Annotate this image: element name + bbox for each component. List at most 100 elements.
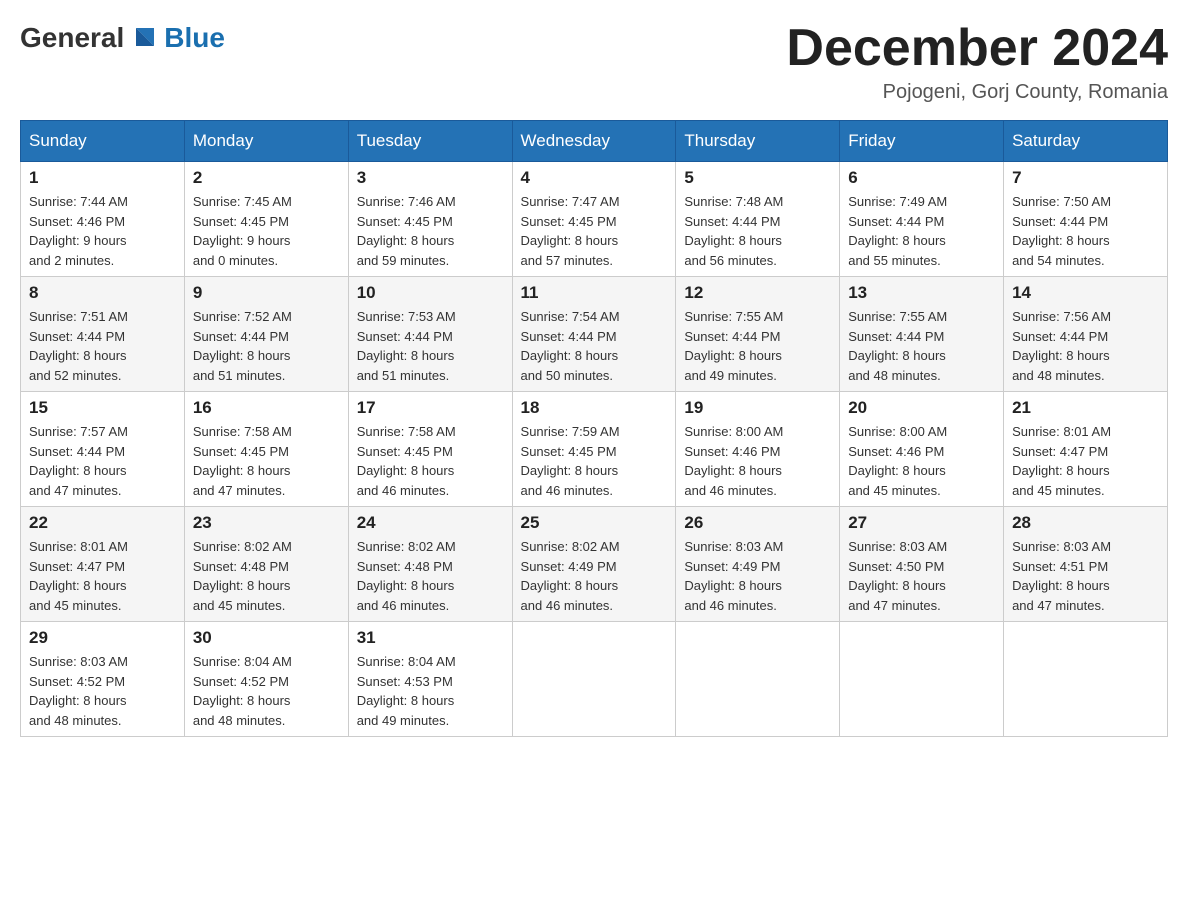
logo-general: General [20, 22, 124, 54]
day-info: Sunrise: 8:03 AMSunset: 4:51 PMDaylight:… [1012, 537, 1159, 615]
calendar-cell: 25 Sunrise: 8:02 AMSunset: 4:49 PMDaylig… [512, 507, 676, 622]
calendar-cell: 19 Sunrise: 8:00 AMSunset: 4:46 PMDaylig… [676, 392, 840, 507]
month-title: December 2024 [786, 20, 1168, 77]
day-number: 26 [684, 513, 831, 533]
day-info: Sunrise: 7:55 AMSunset: 4:44 PMDaylight:… [848, 307, 995, 385]
col-monday: Monday [184, 121, 348, 162]
calendar-week-5: 29 Sunrise: 8:03 AMSunset: 4:52 PMDaylig… [21, 622, 1168, 737]
day-number: 11 [521, 283, 668, 303]
calendar-cell: 18 Sunrise: 7:59 AMSunset: 4:45 PMDaylig… [512, 392, 676, 507]
day-info: Sunrise: 8:03 AMSunset: 4:49 PMDaylight:… [684, 537, 831, 615]
calendar-week-2: 8 Sunrise: 7:51 AMSunset: 4:44 PMDayligh… [21, 277, 1168, 392]
calendar-cell [676, 622, 840, 737]
day-number: 31 [357, 628, 504, 648]
day-number: 13 [848, 283, 995, 303]
calendar-cell: 4 Sunrise: 7:47 AMSunset: 4:45 PMDayligh… [512, 162, 676, 277]
day-info: Sunrise: 7:45 AMSunset: 4:45 PMDaylight:… [193, 192, 340, 270]
day-info: Sunrise: 8:01 AMSunset: 4:47 PMDaylight:… [1012, 422, 1159, 500]
day-number: 6 [848, 168, 995, 188]
calendar-cell: 12 Sunrise: 7:55 AMSunset: 4:44 PMDaylig… [676, 277, 840, 392]
day-number: 21 [1012, 398, 1159, 418]
day-info: Sunrise: 7:58 AMSunset: 4:45 PMDaylight:… [357, 422, 504, 500]
day-info: Sunrise: 8:03 AMSunset: 4:50 PMDaylight:… [848, 537, 995, 615]
calendar-cell: 7 Sunrise: 7:50 AMSunset: 4:44 PMDayligh… [1004, 162, 1168, 277]
calendar-cell: 5 Sunrise: 7:48 AMSunset: 4:44 PMDayligh… [676, 162, 840, 277]
day-info: Sunrise: 8:02 AMSunset: 4:48 PMDaylight:… [193, 537, 340, 615]
day-info: Sunrise: 7:48 AMSunset: 4:44 PMDaylight:… [684, 192, 831, 270]
day-number: 17 [357, 398, 504, 418]
day-number: 18 [521, 398, 668, 418]
day-info: Sunrise: 8:02 AMSunset: 4:49 PMDaylight:… [521, 537, 668, 615]
day-info: Sunrise: 8:03 AMSunset: 4:52 PMDaylight:… [29, 652, 176, 730]
calendar-cell: 23 Sunrise: 8:02 AMSunset: 4:48 PMDaylig… [184, 507, 348, 622]
calendar-cell: 31 Sunrise: 8:04 AMSunset: 4:53 PMDaylig… [348, 622, 512, 737]
day-info: Sunrise: 7:51 AMSunset: 4:44 PMDaylight:… [29, 307, 176, 385]
day-info: Sunrise: 8:02 AMSunset: 4:48 PMDaylight:… [357, 537, 504, 615]
day-number: 29 [29, 628, 176, 648]
day-info: Sunrise: 7:46 AMSunset: 4:45 PMDaylight:… [357, 192, 504, 270]
day-number: 10 [357, 283, 504, 303]
day-info: Sunrise: 7:50 AMSunset: 4:44 PMDaylight:… [1012, 192, 1159, 270]
day-info: Sunrise: 8:01 AMSunset: 4:47 PMDaylight:… [29, 537, 176, 615]
calendar-cell: 16 Sunrise: 7:58 AMSunset: 4:45 PMDaylig… [184, 392, 348, 507]
day-info: Sunrise: 7:49 AMSunset: 4:44 PMDaylight:… [848, 192, 995, 270]
calendar-cell: 8 Sunrise: 7:51 AMSunset: 4:44 PMDayligh… [21, 277, 185, 392]
calendar-cell: 13 Sunrise: 7:55 AMSunset: 4:44 PMDaylig… [840, 277, 1004, 392]
calendar-cell: 26 Sunrise: 8:03 AMSunset: 4:49 PMDaylig… [676, 507, 840, 622]
calendar-cell: 20 Sunrise: 8:00 AMSunset: 4:46 PMDaylig… [840, 392, 1004, 507]
calendar-cell [1004, 622, 1168, 737]
logo-icon [126, 20, 162, 56]
col-sunday: Sunday [21, 121, 185, 162]
day-info: Sunrise: 7:47 AMSunset: 4:45 PMDaylight:… [521, 192, 668, 270]
day-info: Sunrise: 8:00 AMSunset: 4:46 PMDaylight:… [848, 422, 995, 500]
header-row: Sunday Monday Tuesday Wednesday Thursday… [21, 121, 1168, 162]
day-info: Sunrise: 7:55 AMSunset: 4:44 PMDaylight:… [684, 307, 831, 385]
calendar-cell: 3 Sunrise: 7:46 AMSunset: 4:45 PMDayligh… [348, 162, 512, 277]
location: Pojogeni, Gorj County, Romania [786, 81, 1168, 104]
logo: General Blue [20, 20, 225, 56]
calendar-cell [512, 622, 676, 737]
day-number: 5 [684, 168, 831, 188]
calendar-cell: 21 Sunrise: 8:01 AMSunset: 4:47 PMDaylig… [1004, 392, 1168, 507]
day-number: 9 [193, 283, 340, 303]
calendar-cell: 30 Sunrise: 8:04 AMSunset: 4:52 PMDaylig… [184, 622, 348, 737]
calendar-cell [840, 622, 1004, 737]
day-number: 7 [1012, 168, 1159, 188]
calendar-cell: 17 Sunrise: 7:58 AMSunset: 4:45 PMDaylig… [348, 392, 512, 507]
col-tuesday: Tuesday [348, 121, 512, 162]
day-info: Sunrise: 7:53 AMSunset: 4:44 PMDaylight:… [357, 307, 504, 385]
calendar-cell: 14 Sunrise: 7:56 AMSunset: 4:44 PMDaylig… [1004, 277, 1168, 392]
day-info: Sunrise: 7:59 AMSunset: 4:45 PMDaylight:… [521, 422, 668, 500]
calendar-week-3: 15 Sunrise: 7:57 AMSunset: 4:44 PMDaylig… [21, 392, 1168, 507]
calendar-week-1: 1 Sunrise: 7:44 AMSunset: 4:46 PMDayligh… [21, 162, 1168, 277]
day-number: 15 [29, 398, 176, 418]
title-section: December 2024 Pojogeni, Gorj County, Rom… [786, 20, 1168, 104]
day-info: Sunrise: 7:44 AMSunset: 4:46 PMDaylight:… [29, 192, 176, 270]
day-info: Sunrise: 8:00 AMSunset: 4:46 PMDaylight:… [684, 422, 831, 500]
day-info: Sunrise: 7:52 AMSunset: 4:44 PMDaylight:… [193, 307, 340, 385]
calendar-cell: 1 Sunrise: 7:44 AMSunset: 4:46 PMDayligh… [21, 162, 185, 277]
day-number: 27 [848, 513, 995, 533]
day-number: 3 [357, 168, 504, 188]
col-friday: Friday [840, 121, 1004, 162]
day-info: Sunrise: 7:54 AMSunset: 4:44 PMDaylight:… [521, 307, 668, 385]
day-number: 24 [357, 513, 504, 533]
calendar-cell: 29 Sunrise: 8:03 AMSunset: 4:52 PMDaylig… [21, 622, 185, 737]
calendar-cell: 2 Sunrise: 7:45 AMSunset: 4:45 PMDayligh… [184, 162, 348, 277]
day-number: 20 [848, 398, 995, 418]
calendar-cell: 10 Sunrise: 7:53 AMSunset: 4:44 PMDaylig… [348, 277, 512, 392]
day-number: 16 [193, 398, 340, 418]
calendar-week-4: 22 Sunrise: 8:01 AMSunset: 4:47 PMDaylig… [21, 507, 1168, 622]
day-info: Sunrise: 7:58 AMSunset: 4:45 PMDaylight:… [193, 422, 340, 500]
day-number: 30 [193, 628, 340, 648]
calendar-cell: 15 Sunrise: 7:57 AMSunset: 4:44 PMDaylig… [21, 392, 185, 507]
col-saturday: Saturday [1004, 121, 1168, 162]
calendar-cell: 28 Sunrise: 8:03 AMSunset: 4:51 PMDaylig… [1004, 507, 1168, 622]
day-number: 2 [193, 168, 340, 188]
day-info: Sunrise: 8:04 AMSunset: 4:53 PMDaylight:… [357, 652, 504, 730]
calendar-header: Sunday Monday Tuesday Wednesday Thursday… [21, 121, 1168, 162]
day-number: 25 [521, 513, 668, 533]
day-info: Sunrise: 7:57 AMSunset: 4:44 PMDaylight:… [29, 422, 176, 500]
calendar-cell: 24 Sunrise: 8:02 AMSunset: 4:48 PMDaylig… [348, 507, 512, 622]
day-number: 22 [29, 513, 176, 533]
